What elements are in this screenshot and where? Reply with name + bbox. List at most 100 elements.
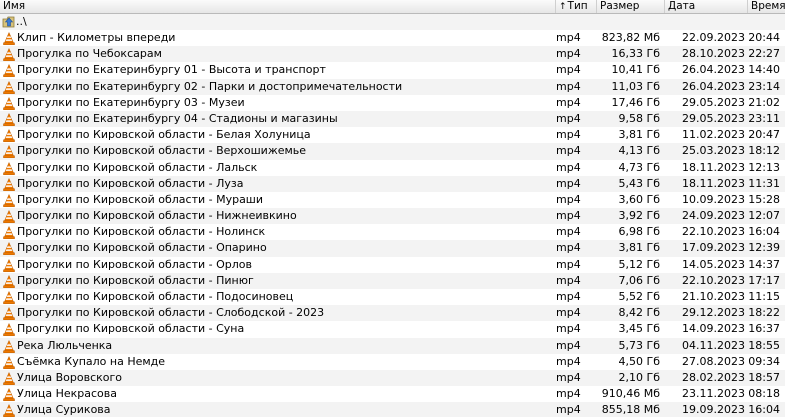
file-size: 3,81 Гб (618, 128, 660, 142)
file-row[interactable]: Прогулки по Кировской области - Слободск… (0, 305, 785, 322)
file-date: 22.10.2023 (682, 225, 745, 239)
file-row[interactable]: Прогулки по Екатеринбургу 01 - Высота и … (0, 62, 785, 78)
vlc-cone-icon (3, 96, 15, 110)
vlc-cone-icon (3, 307, 15, 321)
file-row[interactable]: Улица Воровского mp4 2,10 Гб 28.02.2023 18:5… (0, 369, 785, 387)
file-name: Прогулки по Кировской области - Верхошиж… (17, 144, 307, 158)
vlc-cone-icon (3, 48, 15, 62)
vlc-cone-icon (3, 274, 15, 288)
file-row[interactable]: Прогулки по Кировской области - Опарино m… (0, 240, 785, 257)
vlc-cone-icon (3, 112, 15, 126)
file-row[interactable]: Прогулка по Чебоксарам mp4 16,33 Гб 28.10.2… (0, 46, 785, 63)
column-size-header[interactable]: Размер (597, 0, 665, 13)
file-row[interactable]: Прогулки по Кировской области - Орлов mp4… (0, 257, 785, 273)
file-time: 16:04 (748, 403, 780, 417)
file-date: 25.03.2023 (682, 144, 745, 158)
file-date: 26.04.2023 (682, 79, 745, 93)
file-time: 11:31 (748, 176, 780, 190)
file-time: 22:27 (748, 47, 780, 61)
vlc-cone-icon (3, 210, 15, 224)
file-size: 17,46 Гб (611, 95, 660, 109)
file-row[interactable]: Съёмка Купало на Немде mp4 4,50 Гб 27.08.20… (0, 354, 785, 370)
file-size: 8,42 Гб (618, 306, 660, 320)
file-name: Прогулки по Кировской области - Подосино… (17, 290, 294, 303)
file-size: 9,58 Гб (618, 111, 660, 125)
file-date: 18.11.2023 (682, 160, 745, 174)
file-size: 2,10 Гб (618, 370, 660, 384)
vlc-cone-icon (3, 258, 15, 272)
file-size: 5,12 Гб (618, 257, 660, 271)
file-row[interactable]: Прогулки по Екатеринбургу 03 - Музеи mp4 1… (0, 95, 785, 111)
file-date: 29.05.2023 (682, 95, 745, 109)
file-time: 23:11 (748, 111, 780, 125)
column-size-label: Размер (600, 0, 640, 12)
file-row[interactable]: Прогулки по Кировской области - Мураши mp… (0, 192, 785, 208)
file-name: Улица Воровского (17, 370, 123, 384)
file-rows: ..\ Клип - Километры впереди mp4 823,82 Мб… (0, 14, 785, 417)
file-name: Клип - Километры впереди (17, 31, 176, 44)
file-row[interactable]: Прогулки по Екатеринбургу 04 - Стадионы … (0, 110, 785, 128)
column-type-label: Тип (567, 0, 588, 12)
file-name: Прогулки по Кировской области - Лальск (17, 160, 258, 174)
file-time: 23:14 (748, 79, 780, 93)
file-size: 3,92 Гб (618, 209, 660, 223)
file-row[interactable]: Прогулки по Кировской области - Пинюг mp4… (0, 272, 785, 289)
file-row[interactable]: Прогулки по Кировской области - Верхошиж… (0, 143, 785, 160)
file-row[interactable]: Прогулки по Кировской области - Нолинск m… (0, 224, 785, 240)
vlc-cone-icon (3, 129, 15, 143)
file-row[interactable]: Прогулки по Екатеринбургу 02 - Парки и д… (0, 78, 785, 95)
column-type-header[interactable]: ↑Тип (556, 0, 597, 13)
file-time: 16:37 (748, 322, 780, 336)
file-time: 12:39 (748, 241, 780, 255)
file-name: Прогулки по Кировской области - Орлов (17, 257, 252, 271)
sort-up-arrow-icon: ↑ (559, 2, 567, 12)
file-row[interactable]: Прогулки по Кировской области - Луза mp4 5… (0, 175, 785, 192)
file-name: Прогулки по Кировской области - Слободск… (17, 306, 325, 320)
column-time-header[interactable]: Время (748, 0, 785, 13)
file-time: 20:44 (748, 31, 780, 44)
file-time: 18:22 (748, 306, 780, 320)
file-row[interactable]: Прогулки по Кировской области - Подосино… (0, 289, 785, 305)
file-date: 22.09.2023 (682, 31, 745, 44)
file-time: 14:40 (748, 63, 780, 77)
column-name-header[interactable]: Имя (0, 0, 556, 13)
file-size: 4,50 Гб (618, 354, 660, 368)
parent-directory-row[interactable]: ..\ (0, 14, 785, 30)
file-time: 20:47 (748, 128, 780, 142)
file-row[interactable]: Прогулки по Кировской области - Нижнеивк… (0, 208, 785, 225)
file-size: 7,06 Гб (618, 273, 660, 287)
file-row[interactable]: Прогулки по Кировской области - Лальск mp… (0, 160, 785, 176)
file-time: 18:55 (748, 338, 780, 352)
file-name: Река Люльченка (17, 338, 113, 352)
file-row[interactable]: Клип - Километры впереди mp4 823,82 Мб 22.0… (0, 30, 785, 46)
file-name: Прогулки по Екатеринбургу 03 - Музеи (17, 95, 245, 109)
file-time: 21:02 (748, 95, 780, 109)
file-date: 27.08.2023 (682, 354, 745, 368)
vlc-cone-icon (3, 404, 15, 417)
file-name: Съёмка Купало на Немде (17, 354, 166, 368)
file-row[interactable]: Улица Некрасова mp4 910,46 Мб 23.11.2023 08:… (0, 386, 785, 402)
file-name: Прогулки по Кировской области - Суна (17, 322, 245, 336)
file-row[interactable]: Прогулки по Кировской области - Белая Хо… (0, 127, 785, 143)
file-row[interactable]: Улица Сурикова mp4 855,18 Мб 19.09.2023 16:0… (0, 402, 785, 417)
file-name: Прогулки по Кировской области - Луза (17, 176, 244, 190)
file-time: 14:37 (748, 257, 780, 271)
column-date-header[interactable]: Дата (665, 0, 748, 13)
file-time: 11:15 (748, 290, 780, 303)
file-size: 11,03 Гб (611, 79, 660, 93)
file-row[interactable]: Прогулки по Кировской области - Суна mp4 3… (0, 321, 785, 337)
file-name: Прогулки по Кировской области - Нолинск (17, 225, 266, 239)
file-name: Прогулки по Кировской области - Пинюг (17, 273, 254, 287)
file-name: Прогулки по Кировской области - Опарино (17, 241, 267, 255)
file-date: 14.09.2023 (682, 322, 745, 336)
file-date: 22.10.2023 (682, 273, 745, 287)
file-date: 26.04.2023 (682, 63, 745, 77)
file-row[interactable]: Река Люльченка mp4 5,73 Гб 04.11.2023 18:55 (0, 337, 785, 354)
file-size: 3,81 Гб (618, 241, 660, 255)
file-date: 19.09.2023 (682, 403, 745, 417)
file-size: 5,43 Гб (618, 176, 660, 190)
vlc-cone-icon (3, 242, 15, 256)
file-date: 29.05.2023 (682, 111, 745, 125)
vlc-cone-icon (3, 64, 15, 78)
file-size: 4,13 Гб (618, 144, 660, 158)
